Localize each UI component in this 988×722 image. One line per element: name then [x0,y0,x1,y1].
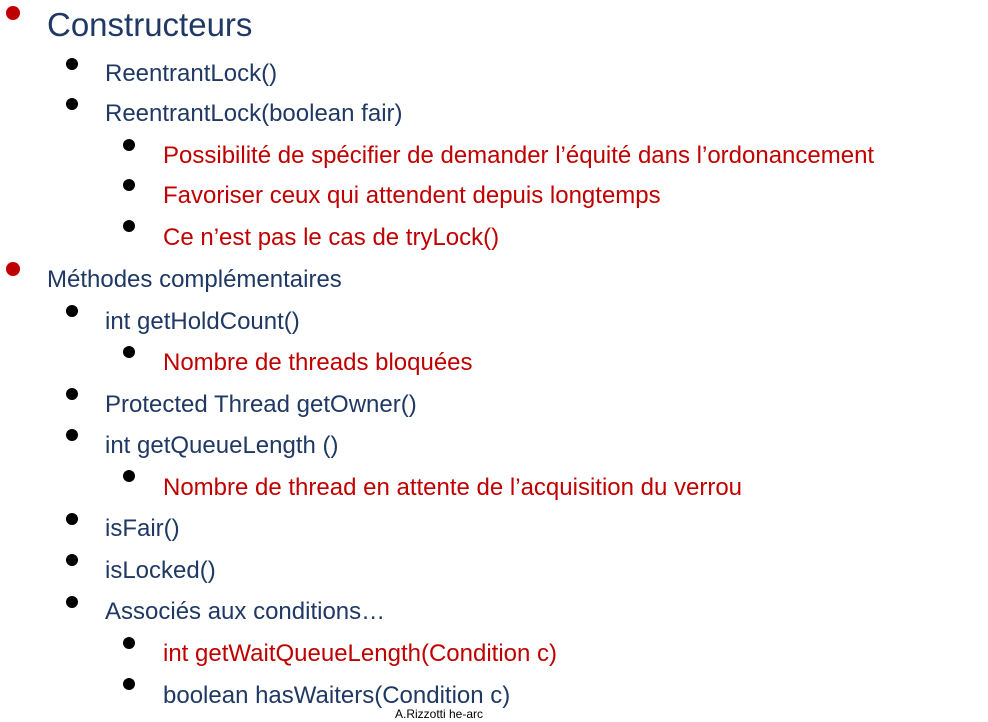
list-subitem: Favoriser ceux qui attendent depuis long… [163,182,661,209]
list-subitem: Ce n’est pas le cas de tryLock() [163,224,500,251]
list-subitem: Nombre de threads bloquées [163,349,473,376]
item-bullet [66,98,78,110]
item-bullet [66,513,78,525]
list-subitem: Possibilité de spécifier de demander l’é… [163,142,875,169]
item-bullet [66,388,78,400]
section-bullet [6,6,20,20]
section-bullet [6,262,20,276]
item-bullet [66,554,78,566]
list-item: int getQueueLength () [105,432,339,459]
subitem-bullet [123,637,135,649]
subitem-bullet [123,139,135,151]
list-item: Associés aux conditions… [105,598,386,625]
list-item: isLocked() [105,557,216,584]
subitem-bullet [123,220,135,232]
subitem-bullet [123,470,135,482]
item-bullet [66,305,78,317]
list-item: ReentrantLock(boolean fair) [105,100,403,127]
item-bullet [66,596,78,608]
list-subitem: Nombre de thread en attente de l’acquisi… [163,474,743,501]
item-bullet [66,58,78,70]
section-heading: Méthodes complémentaires [47,266,342,293]
section-heading: Constructeurs [47,6,253,43]
list-subitem: int getWaitQueueLength(Condition c) [163,640,558,667]
list-item: ReentrantLock() [105,60,278,87]
list-subitem: boolean hasWaiters(Condition c) [163,682,511,709]
subitem-bullet [123,678,135,690]
list-item: Protected Thread getOwner() [105,391,417,418]
slide-footer: A.Rizzotti he-arc [395,707,484,721]
item-bullet [66,429,78,441]
subitem-bullet [123,346,135,358]
list-item: int getHoldCount() [105,308,300,335]
list-item: isFair() [105,515,180,542]
subitem-bullet [123,179,135,191]
